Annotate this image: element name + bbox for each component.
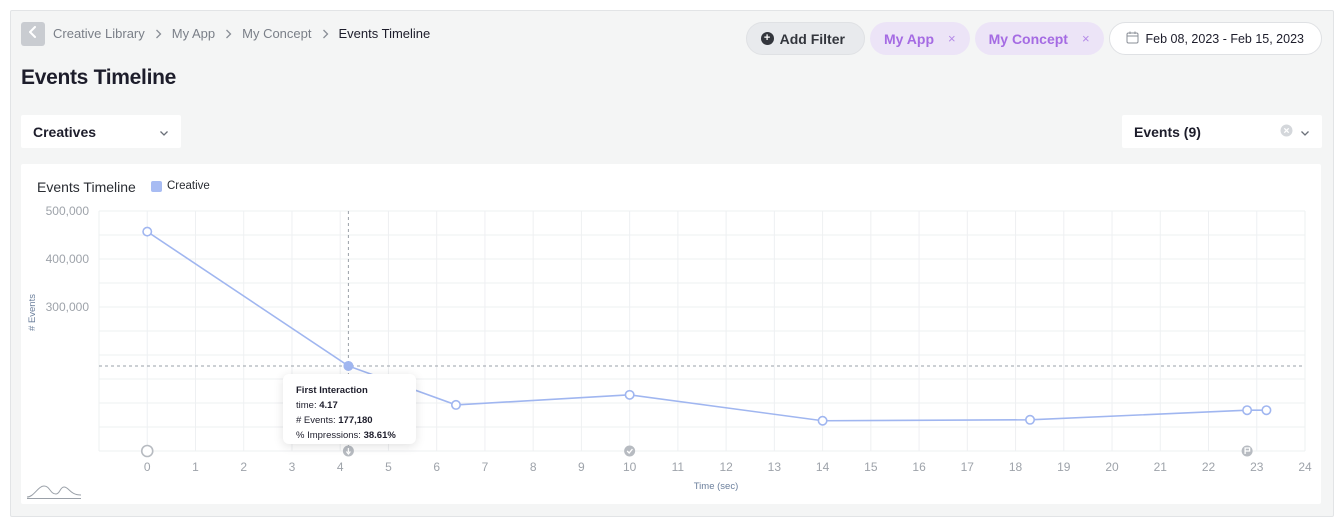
x-tick-label: 3 <box>289 460 296 474</box>
back-button[interactable] <box>21 22 45 46</box>
chevron-down-icon <box>159 124 169 140</box>
chart-tooltip: First Interaction time: 4.17 # Events: 1… <box>283 374 416 444</box>
tooltip-label: # Events: <box>296 415 339 426</box>
x-tick-label: 11 <box>672 460 685 474</box>
x-tick-label: 13 <box>768 460 782 474</box>
x-tick-label: 2 <box>240 460 247 474</box>
x-tick-label: 23 <box>1250 460 1264 474</box>
breadcrumb-item-my-concept[interactable]: My Concept <box>242 26 311 41</box>
chevron-right-icon <box>322 29 329 39</box>
clear-selection-icon[interactable] <box>1280 124 1293 140</box>
data-point <box>450 399 461 410</box>
data-point <box>343 360 354 371</box>
date-range-picker[interactable]: Feb 08, 2023 - Feb 15, 2023 <box>1108 22 1322 55</box>
x-tick-label: 15 <box>864 460 878 474</box>
x-tick-label: 18 <box>1009 460 1023 474</box>
date-range-value: Feb 08, 2023 - Feb 15, 2023 <box>1145 31 1304 46</box>
tooltip-label: % Impressions: <box>296 430 364 441</box>
x-tick-label: 8 <box>530 460 537 474</box>
mini-chart-icon[interactable] <box>26 482 82 505</box>
tooltip-title: First Interaction <box>296 385 368 396</box>
tooltip-value: 38.61% <box>363 430 396 441</box>
data-point <box>624 389 635 400</box>
data-point <box>1242 405 1253 416</box>
breadcrumb-item-my-app[interactable]: My App <box>172 26 215 41</box>
x-tick-label: 1 <box>192 460 199 474</box>
x-tick-label: 22 <box>1202 460 1216 474</box>
data-point <box>817 415 828 426</box>
x-tick-label: 17 <box>961 460 975 474</box>
chart-card: Events Timeline Creative 300,000 400,000 5… <box>21 164 1321 504</box>
end-flag-icon[interactable] <box>1241 445 1253 457</box>
events-dropdown-label: Events (9) <box>1134 123 1201 140</box>
start-icon[interactable] <box>140 444 154 458</box>
chevron-left-icon <box>28 25 38 43</box>
y-tick-label: 300,000 <box>46 300 90 314</box>
tooltip-row-impressions: % Impressions: 38.61% <box>296 428 416 443</box>
tooltip-value: 4.17 <box>319 400 338 411</box>
events-dropdown[interactable]: Events (9) <box>1122 115 1322 148</box>
breadcrumb: Creative Library My App My Concept Event… <box>53 26 430 41</box>
chevron-right-icon <box>225 29 232 39</box>
tooltip-label: time: <box>296 400 320 411</box>
x-tick-label: 10 <box>623 460 637 474</box>
page-title: Events Timeline <box>21 66 177 89</box>
creatives-dropdown[interactable]: Creatives <box>21 115 181 148</box>
y-tick-label: 500,000 <box>46 204 90 218</box>
filter-tag-label: My App <box>883 30 935 47</box>
remove-filter-icon[interactable]: × <box>1082 31 1090 46</box>
x-tick-label: 14 <box>816 460 830 474</box>
events-timeline-chart[interactable]: 300,000400,000500,0000 1 2 3 4 5 6 7 8 9 10 11 12 13 1… <box>21 164 1321 504</box>
y-tick-label: 400,000 <box>46 252 90 266</box>
remove-filter-icon[interactable]: × <box>948 31 956 46</box>
check-icon[interactable] <box>624 445 636 457</box>
y-axis-title: # Events <box>27 294 38 331</box>
add-filter-label: Add Filter <box>779 30 845 47</box>
x-tick-label: 20 <box>1105 460 1119 474</box>
x-tick-label: 21 <box>1154 460 1168 474</box>
chevron-right-icon <box>155 29 162 39</box>
filter-tag-my-app: My App × <box>869 22 970 55</box>
chevron-down-icon <box>1300 124 1310 140</box>
x-tick-label: 6 <box>433 460 440 474</box>
x-tick-label: 4 <box>337 460 344 474</box>
x-tick-label: 19 <box>1057 460 1071 474</box>
data-point <box>1261 405 1272 416</box>
filter-bar: + Add Filter My App × My Concept × Feb 0… <box>745 22 1322 55</box>
x-axis-title: Time (sec) <box>694 481 739 492</box>
add-filter-button[interactable]: + Add Filter <box>745 22 865 55</box>
x-tick-label: 5 <box>385 460 392 474</box>
calendar-icon <box>1126 31 1146 47</box>
creatives-dropdown-label: Creatives <box>33 123 97 140</box>
breadcrumb-item-creative-library[interactable]: Creative Library <box>53 26 145 41</box>
x-tick-label: 24 <box>1298 460 1312 474</box>
x-tick-label: 12 <box>719 460 733 474</box>
x-tick-label: 9 <box>578 460 585 474</box>
tooltip-row-time: time: 4.17 <box>296 398 416 413</box>
tooltip-value: 177,180 <box>338 415 373 426</box>
filter-tag-my-concept: My Concept × <box>974 22 1104 55</box>
x-tick-label: 0 <box>144 460 151 474</box>
data-point <box>142 226 153 237</box>
plus-circle-icon: + <box>760 32 774 45</box>
x-tick-label: 7 <box>482 460 489 474</box>
breadcrumb-current: Events Timeline <box>338 26 431 41</box>
tooltip-row-events: # Events: 177,180 <box>296 413 416 428</box>
x-tick-label: 16 <box>912 460 926 474</box>
data-point <box>1025 414 1036 425</box>
interaction-icon[interactable] <box>342 445 354 457</box>
filter-tag-label: My Concept <box>988 30 1068 47</box>
